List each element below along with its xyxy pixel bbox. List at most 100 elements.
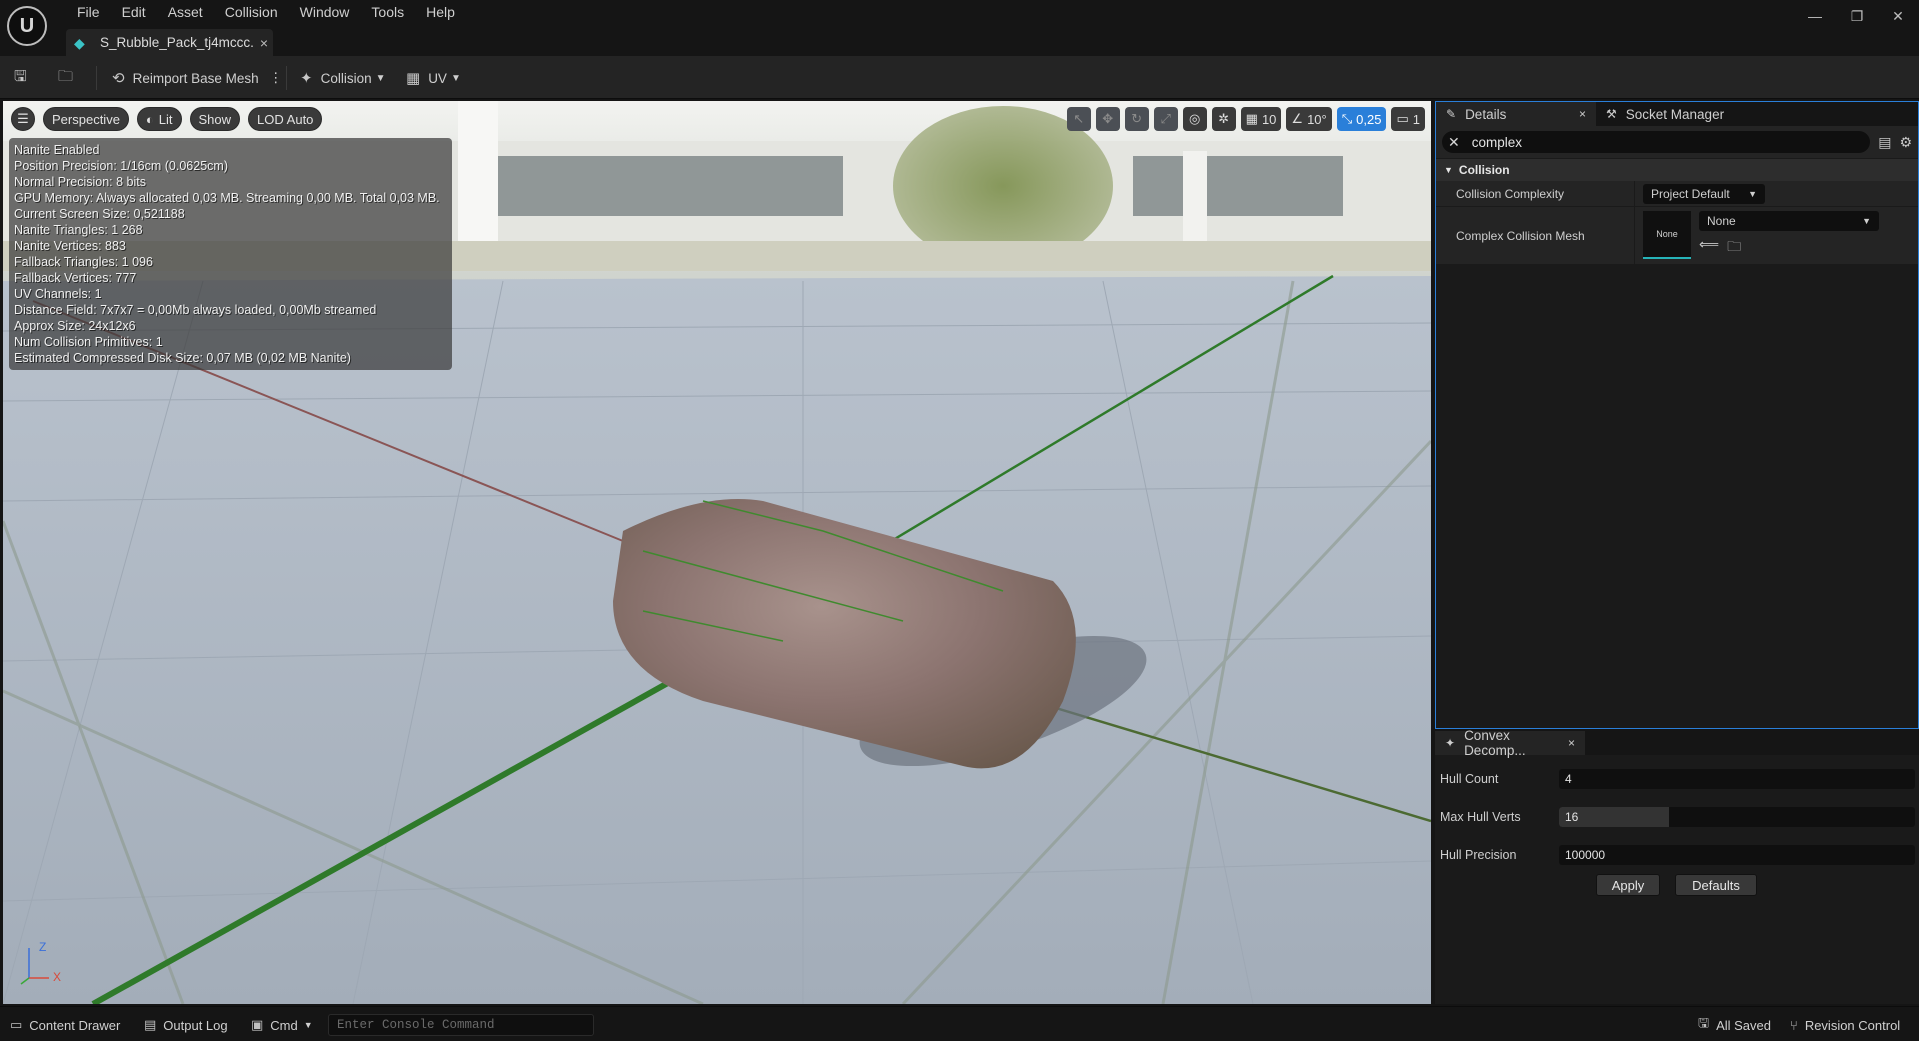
- title-bar: U File Edit Asset Collision Window Tools…: [0, 0, 1919, 56]
- complex-collision-mesh-picker[interactable]: None ▼: [1699, 210, 1879, 231]
- tab-convex-decomposition[interactable]: ✦ Convex Decomp... ×: [1435, 728, 1585, 758]
- uv-dropdown[interactable]: ▦ UV ▼: [406, 65, 461, 91]
- lit-label: Lit: [158, 111, 173, 127]
- scale-snap-button[interactable]: ⤡ 0,25: [1336, 107, 1387, 131]
- collision-complexity-value: Project Default: [1651, 186, 1730, 201]
- max-hull-verts-slider[interactable]: 16: [1559, 807, 1915, 827]
- asset-tab[interactable]: ◆ S_Rubble_Pack_tj4mccc... ×: [66, 29, 273, 56]
- use-selected-asset-icon[interactable]: ⟸: [1699, 236, 1719, 260]
- save-button[interactable]: 🖫: [14, 65, 35, 91]
- defaults-button[interactable]: Defaults: [1675, 874, 1757, 896]
- revision-control-icon: ⑂: [1790, 1017, 1798, 1033]
- grid-icon: ▦: [1245, 111, 1258, 126]
- mesh-thumbnail[interactable]: None: [1643, 210, 1691, 259]
- viewport-toolbar: ☰ Perspective ◐ Lit Show LOD Auto: [11, 107, 323, 131]
- viewport[interactable]: ☰ Perspective ◐ Lit Show LOD Auto ↖ ✥ ↻ ⤢…: [3, 101, 1431, 1004]
- viewport-menu-button[interactable]: ☰: [11, 107, 35, 131]
- minimize-button[interactable]: —: [1795, 5, 1835, 27]
- axis-z-label: Z: [39, 940, 47, 954]
- collision-complexity-dropdown[interactable]: Project Default ▼: [1643, 183, 1765, 204]
- rotate-mode-icon[interactable]: ↻: [1124, 107, 1149, 131]
- chevron-down-icon: ▼: [303, 1020, 313, 1030]
- settings-gear-icon[interactable]: ⚙: [1899, 134, 1912, 151]
- stat-line: Normal Precision: 8 bits: [14, 175, 146, 189]
- convex-tab-close-icon[interactable]: ×: [1568, 736, 1575, 750]
- axis-x-label: X: [53, 970, 62, 984]
- restore-button[interactable]: ❐: [1837, 5, 1877, 27]
- camera-icon: ▭: [1396, 111, 1409, 126]
- lit-icon: ◐: [145, 111, 154, 127]
- surface-snap-icon[interactable]: ✲: [1211, 107, 1236, 131]
- details-search-input[interactable]: [1471, 134, 1852, 150]
- collision-icon: ✦: [300, 70, 313, 87]
- close-window-button[interactable]: ✕: [1878, 5, 1918, 27]
- grid-snap-button[interactable]: ▦ 10: [1240, 107, 1282, 131]
- clear-search-icon[interactable]: ✕: [1448, 134, 1460, 151]
- stat-line: Nanite Triangles: 1 268: [14, 223, 143, 237]
- hull-precision-input[interactable]: 100000: [1559, 845, 1915, 865]
- complex-collision-mesh-value: None: [1707, 213, 1736, 228]
- stat-line: Distance Field: 7x7x7 = 0,00Mb always lo…: [14, 303, 377, 317]
- chevron-down-icon: ▼: [1748, 188, 1757, 199]
- collision-dropdown[interactable]: ✦ Collision ▼: [300, 65, 386, 91]
- perspective-button[interactable]: Perspective: [43, 107, 129, 131]
- collision-label: Collision: [320, 70, 372, 86]
- console-command-input[interactable]: Enter Console Command: [328, 1014, 594, 1036]
- content-drawer-icon: ▭: [10, 1017, 23, 1032]
- max-hull-verts-value: 16: [1565, 810, 1579, 824]
- details-tab-close-icon[interactable]: ×: [1579, 107, 1586, 121]
- apply-button[interactable]: Apply: [1596, 874, 1660, 896]
- complex-collision-mesh-row: Complex Collision Mesh None None ▼ ⟸ 🗀: [1436, 206, 1918, 265]
- hull-count-input[interactable]: 4: [1559, 769, 1915, 789]
- browse-asset-button[interactable]: 🗀: [58, 65, 81, 91]
- world-space-icon[interactable]: ◎: [1182, 107, 1207, 131]
- collision-category-header[interactable]: ▼ Collision: [1436, 159, 1918, 181]
- translate-mode-icon[interactable]: ✥: [1095, 107, 1120, 131]
- tab-details[interactable]: ✎ Details ×: [1436, 102, 1596, 126]
- angle-snap-button[interactable]: ∠ 10°: [1286, 107, 1332, 131]
- reimport-options-button[interactable]: ⋮: [269, 65, 283, 91]
- asset-tab-close-icon[interactable]: ×: [255, 35, 273, 51]
- terminal-icon: ▣: [251, 1017, 264, 1032]
- menu-tools[interactable]: Tools: [360, 3, 415, 21]
- menu-help[interactable]: Help: [415, 3, 466, 21]
- menu-window[interactable]: Window: [289, 3, 361, 21]
- revision-control-button[interactable]: ⑂ Revision Control: [1790, 1015, 1900, 1035]
- unreal-logo-icon[interactable]: U: [7, 6, 47, 46]
- chevron-down-icon: ▼: [1862, 215, 1871, 226]
- reimport-base-mesh-button[interactable]: ⟲ Reimport Base Mesh: [112, 65, 259, 91]
- show-button[interactable]: Show: [189, 107, 241, 131]
- menu-file[interactable]: File: [66, 3, 111, 21]
- content-drawer-label: Content Drawer: [29, 1017, 121, 1033]
- select-mode-icon[interactable]: ↖: [1066, 107, 1091, 131]
- browse-asset-icon[interactable]: 🗀: [1727, 236, 1741, 260]
- lit-button[interactable]: ◐ Lit: [136, 107, 182, 131]
- menu-asset[interactable]: Asset: [157, 3, 214, 21]
- all-saved-button[interactable]: 🖫 All Saved: [1698, 1015, 1771, 1035]
- camera-speed-value: 1: [1412, 111, 1420, 127]
- content-drawer-button[interactable]: ▭ Content Drawer: [10, 1015, 120, 1035]
- menu-collision[interactable]: Collision: [214, 3, 289, 21]
- tab-socket-manager[interactable]: ⚒ Socket Manager: [1596, 102, 1734, 126]
- mesh-stats-overlay: Nanite Enabled Position Precision: 1/16c…: [9, 138, 452, 370]
- scale-mode-icon[interactable]: ⤢: [1153, 107, 1178, 131]
- pencil-icon: ✎: [1446, 107, 1457, 121]
- all-saved-label: All Saved: [1716, 1017, 1771, 1033]
- menu-edit[interactable]: Edit: [111, 3, 157, 21]
- hull-count-row: Hull Count 4: [1435, 767, 1919, 791]
- main-toolbar: 🖫 🗀 ⟲ Reimport Base Mesh ⋮ ✦ Collision ▼…: [0, 56, 1919, 99]
- uv-label: UV: [428, 70, 447, 86]
- static-mesh-icon: ◆: [74, 34, 85, 51]
- output-log-button[interactable]: ▤ Output Log: [144, 1015, 228, 1035]
- convex-tab-bar: ✦ Convex Decomp... ×: [1435, 728, 1919, 758]
- collapse-arrow-icon: ▼: [1444, 165, 1453, 175]
- collision-complexity-row: Collision Complexity Project Default ▼: [1436, 180, 1918, 207]
- table-view-icon[interactable]: ▤: [1878, 134, 1891, 151]
- camera-speed-button[interactable]: ▭ 1: [1391, 107, 1425, 131]
- hull-precision-value: 100000: [1565, 848, 1606, 862]
- cmd-dropdown[interactable]: ▣ Cmd ▼: [251, 1015, 313, 1035]
- scale-snap-icon: ⤡: [1341, 111, 1353, 126]
- lod-button[interactable]: LOD Auto: [248, 107, 323, 131]
- details-tab-bar: ✎ Details × ⚒ Socket Manager: [1436, 102, 1918, 126]
- angle-icon: ∠: [1291, 111, 1304, 126]
